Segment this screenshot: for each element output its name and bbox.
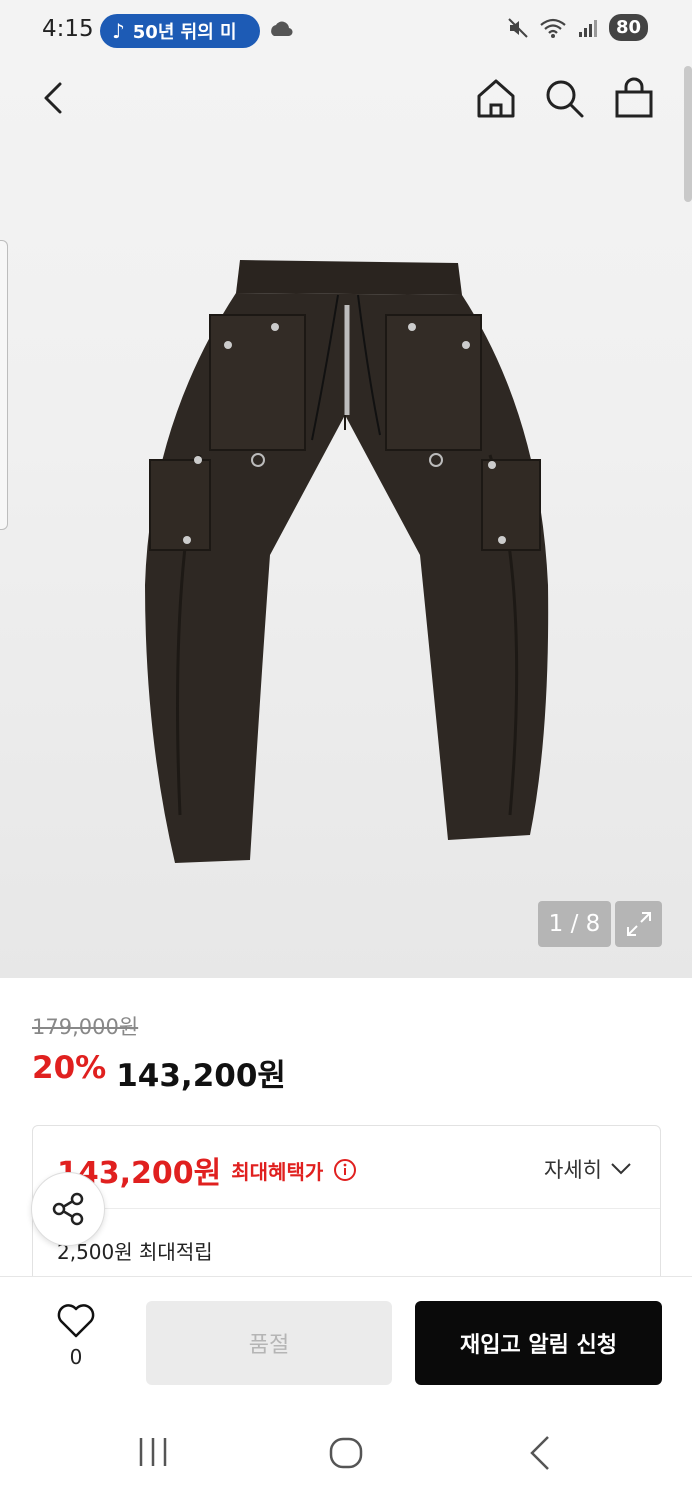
- mute-icon: [508, 17, 528, 38]
- search-icon[interactable]: [542, 76, 586, 120]
- purchase-action-bar: 0 품절 재입고 알림 신청: [0, 1276, 692, 1406]
- wifi-icon: [540, 18, 566, 38]
- share-button[interactable]: [31, 1172, 105, 1246]
- detail-label: 자세히: [544, 1158, 602, 1182]
- music-note-icon: ♪: [112, 19, 125, 43]
- music-title: 50년 뒤의 미: [132, 22, 237, 43]
- info-icon[interactable]: [333, 1158, 357, 1182]
- status-time: 4:15: [42, 16, 94, 42]
- recent-apps-icon[interactable]: [135, 1436, 171, 1468]
- like-button[interactable]: 0: [52, 1303, 100, 1373]
- battery-indicator: 80: [608, 14, 648, 41]
- signal-icon: [578, 19, 597, 37]
- home-icon[interactable]: [474, 76, 518, 120]
- music-playing-pill[interactable]: ♪ 50년 뒤의 미: [100, 14, 260, 48]
- discount-rate: 20%: [32, 1050, 107, 1086]
- divider: [33, 1208, 660, 1209]
- heart-icon: [57, 1304, 95, 1338]
- chevron-down-icon: [611, 1163, 631, 1175]
- expand-icon[interactable]: [615, 901, 662, 947]
- system-navigation-bar: [0, 1406, 692, 1500]
- benefit-card: 143,200원 최대혜택가 자세히 2,500원 최대적립: [32, 1125, 661, 1285]
- system-back-icon[interactable]: [526, 1434, 556, 1472]
- home-circle-icon[interactable]: [328, 1436, 364, 1470]
- restock-alert-button[interactable]: 재입고 알림 신청: [415, 1301, 662, 1385]
- top-navigation: [0, 62, 692, 134]
- status-icons: 80: [507, 14, 648, 41]
- back-arrow-icon[interactable]: [34, 76, 74, 120]
- share-icon: [52, 1192, 84, 1226]
- price-row: 20% 143,200원: [32, 1050, 286, 1095]
- edge-panel-handle[interactable]: [0, 240, 8, 530]
- max-benefit-row: 143,200원 최대혜택가: [57, 1148, 357, 1192]
- shopping-bag-icon[interactable]: [612, 76, 656, 120]
- soldout-button[interactable]: 품절: [146, 1301, 392, 1385]
- detail-toggle[interactable]: 자세히: [544, 1154, 632, 1184]
- cloud-sync-icon: [271, 21, 293, 37]
- like-count: 0: [69, 1345, 83, 1369]
- sale-price: 143,200원: [116, 1058, 286, 1094]
- max-benefit-label: 최대혜택가: [231, 1159, 324, 1184]
- status-bar: 4:15 ♪ 50년 뒤의 미 80: [0, 0, 692, 62]
- product-image-pants: [145, 260, 549, 863]
- image-page-counter: 1 / 8: [538, 901, 611, 947]
- original-price: 179,000원: [32, 1015, 139, 1039]
